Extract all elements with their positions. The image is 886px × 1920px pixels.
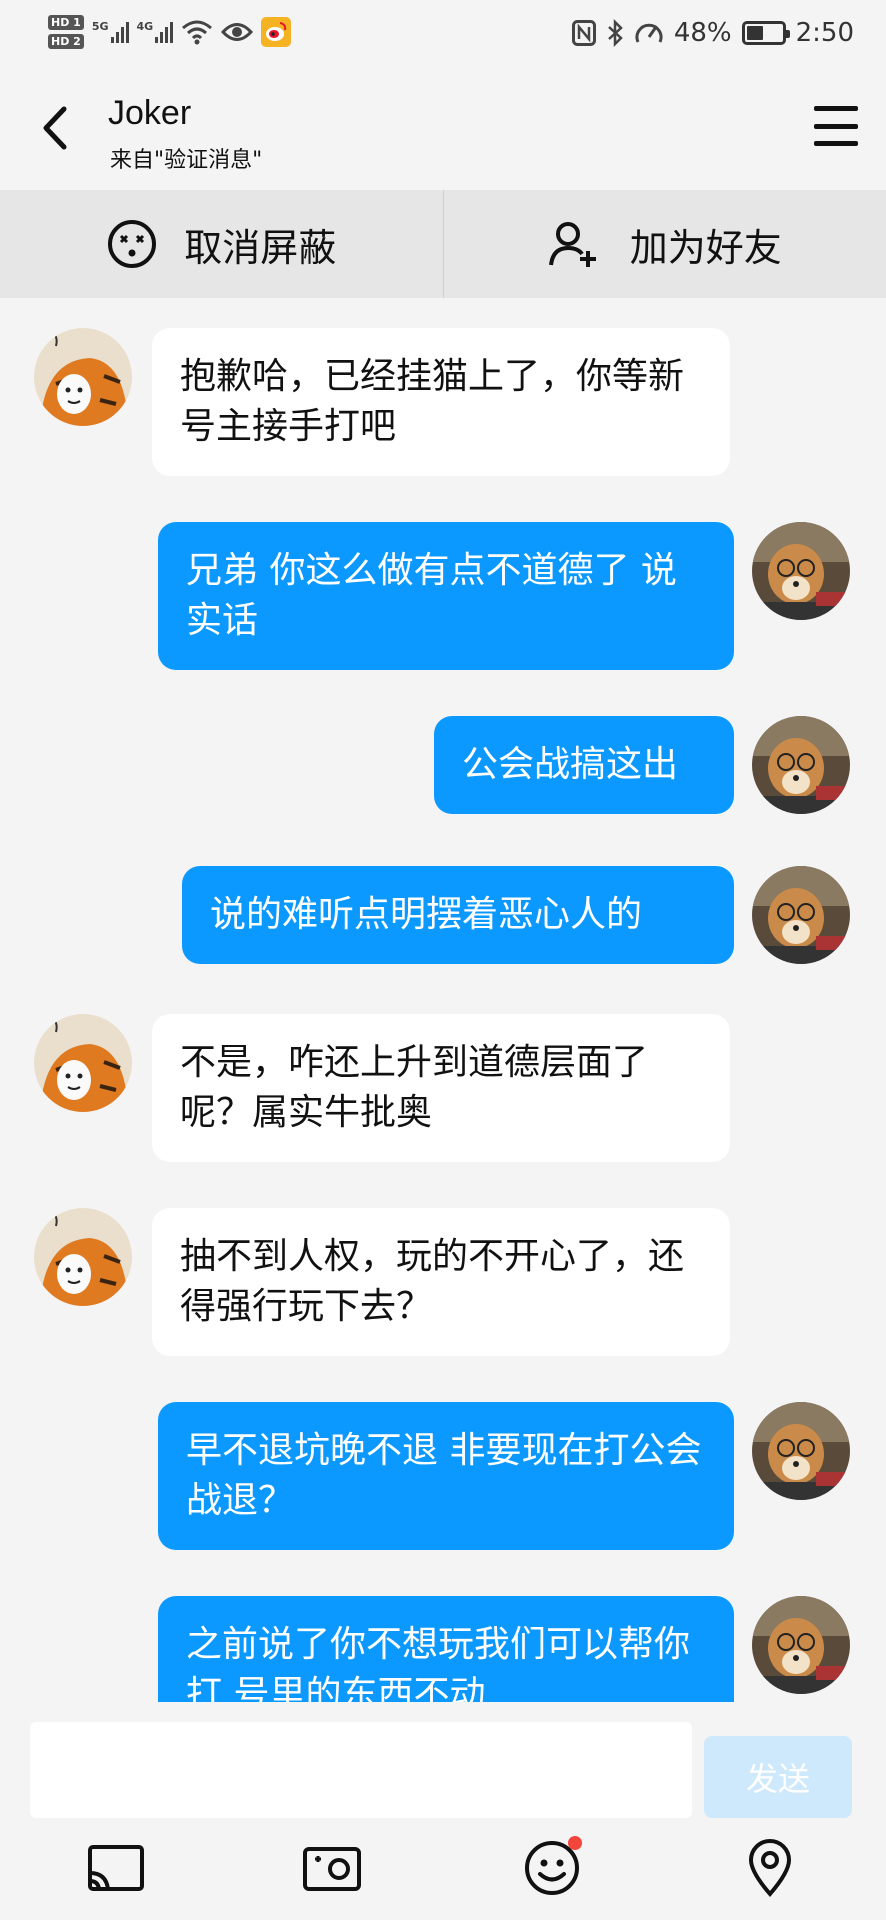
- status-right: 48% 2:50: [571, 14, 854, 52]
- add-friend-button[interactable]: 加为好友: [442, 190, 886, 298]
- notification-dot: [568, 1836, 582, 1850]
- menu-line: [814, 141, 858, 146]
- contact-avatar[interactable]: [34, 1208, 132, 1306]
- menu-line: [814, 106, 858, 111]
- send-button[interactable]: 发送: [704, 1736, 852, 1818]
- sim2-signal: 4G: [137, 21, 174, 43]
- location-icon: [748, 1839, 792, 1898]
- contact-action-bar: 取消屏蔽 加为好友: [0, 190, 886, 298]
- sim1-signal-bars-icon: [110, 21, 129, 43]
- message-bubble[interactable]: 说的难听点明摆着恶心人的: [182, 866, 734, 964]
- camera-icon: [303, 1847, 361, 1891]
- nfc-icon: [571, 20, 596, 46]
- message-bubble[interactable]: 早不退坑晚不退 非要现在打公会战退？: [158, 1402, 734, 1550]
- message-list[interactable]: 抱歉哈，已经挂猫上了，你等新号主接手打吧 兄弟 你这么做有点不道德了 说实话 公…: [0, 298, 886, 1702]
- add-friend-label: 加为好友: [629, 225, 782, 270]
- menu-line: [814, 123, 858, 129]
- composer-toolbar: [0, 1818, 886, 1920]
- my-avatar[interactable]: [752, 866, 850, 964]
- sim1-network-label: 5G: [91, 20, 109, 33]
- menu-button[interactable]: [812, 102, 860, 150]
- message-bubble[interactable]: 之前说了你不想玩我们可以帮你打 号里的东西不动: [158, 1596, 734, 1702]
- unblock-button[interactable]: 取消屏蔽: [0, 190, 443, 298]
- add-user-icon: [548, 222, 596, 267]
- message-bubble[interactable]: 抱歉哈，已经挂猫上了，你等新号主接手打吧: [152, 328, 730, 476]
- contact-avatar[interactable]: [34, 328, 132, 426]
- chevron-left-icon: [43, 106, 67, 150]
- composer: 发送: [0, 1702, 886, 1818]
- my-avatar[interactable]: [752, 522, 850, 620]
- status-bar: HD 1 HD 2 5G 4G 48% 2:50: [0, 0, 886, 66]
- my-avatar[interactable]: [752, 1596, 850, 1694]
- unblock-label: 取消屏蔽: [184, 225, 337, 270]
- location-button[interactable]: [738, 1836, 802, 1900]
- eye-icon: [221, 21, 254, 43]
- weibo-app-icon: [261, 17, 292, 47]
- camera-button[interactable]: [300, 1836, 364, 1900]
- battery-icon: [741, 21, 790, 45]
- message-bubble[interactable]: 抽不到人权，玩的不开心了，还得强行玩下去？: [152, 1208, 730, 1356]
- emoji-button[interactable]: [520, 1836, 584, 1900]
- contact-source: 来自"验证消息": [110, 148, 263, 173]
- my-avatar[interactable]: [752, 716, 850, 814]
- screen-cast-button[interactable]: [84, 1836, 148, 1900]
- sim2-hd-tag: HD 2: [48, 34, 84, 49]
- message-input[interactable]: [30, 1722, 692, 1818]
- contact-avatar[interactable]: [34, 1014, 132, 1112]
- bluetooth-icon: [606, 19, 624, 47]
- battery-level: [746, 26, 763, 40]
- sim2-network-label: 4G: [136, 20, 154, 33]
- status-left: HD 1 HD 2 5G 4G: [48, 10, 292, 54]
- wifi-icon: [181, 19, 213, 45]
- sim1-hd-tag: HD 1: [48, 15, 84, 30]
- message-bubble[interactable]: 兄弟 你这么做有点不道德了 说实话: [158, 522, 734, 670]
- clock: 2:50: [795, 18, 854, 48]
- back-button[interactable]: [30, 98, 80, 158]
- hd-tags: HD 1 HD 2: [48, 15, 84, 49]
- blocked-face-icon: [108, 220, 157, 268]
- screen-cast-icon: [88, 1845, 144, 1891]
- chat-header: Joker 来自"验证消息": [0, 66, 886, 190]
- my-avatar[interactable]: [752, 1402, 850, 1500]
- sim2-signal-bars-icon: [155, 21, 174, 43]
- battery-percent: 48%: [673, 18, 732, 48]
- message-bubble[interactable]: 不是，咋还上升到道德层面了呢？属实牛批奥: [152, 1014, 730, 1162]
- message-bubble[interactable]: 公会战搞这出: [434, 716, 734, 814]
- speed-gauge-icon: [634, 19, 664, 47]
- sim1-signal: 5G: [92, 21, 129, 43]
- contact-name: Joker: [108, 94, 192, 132]
